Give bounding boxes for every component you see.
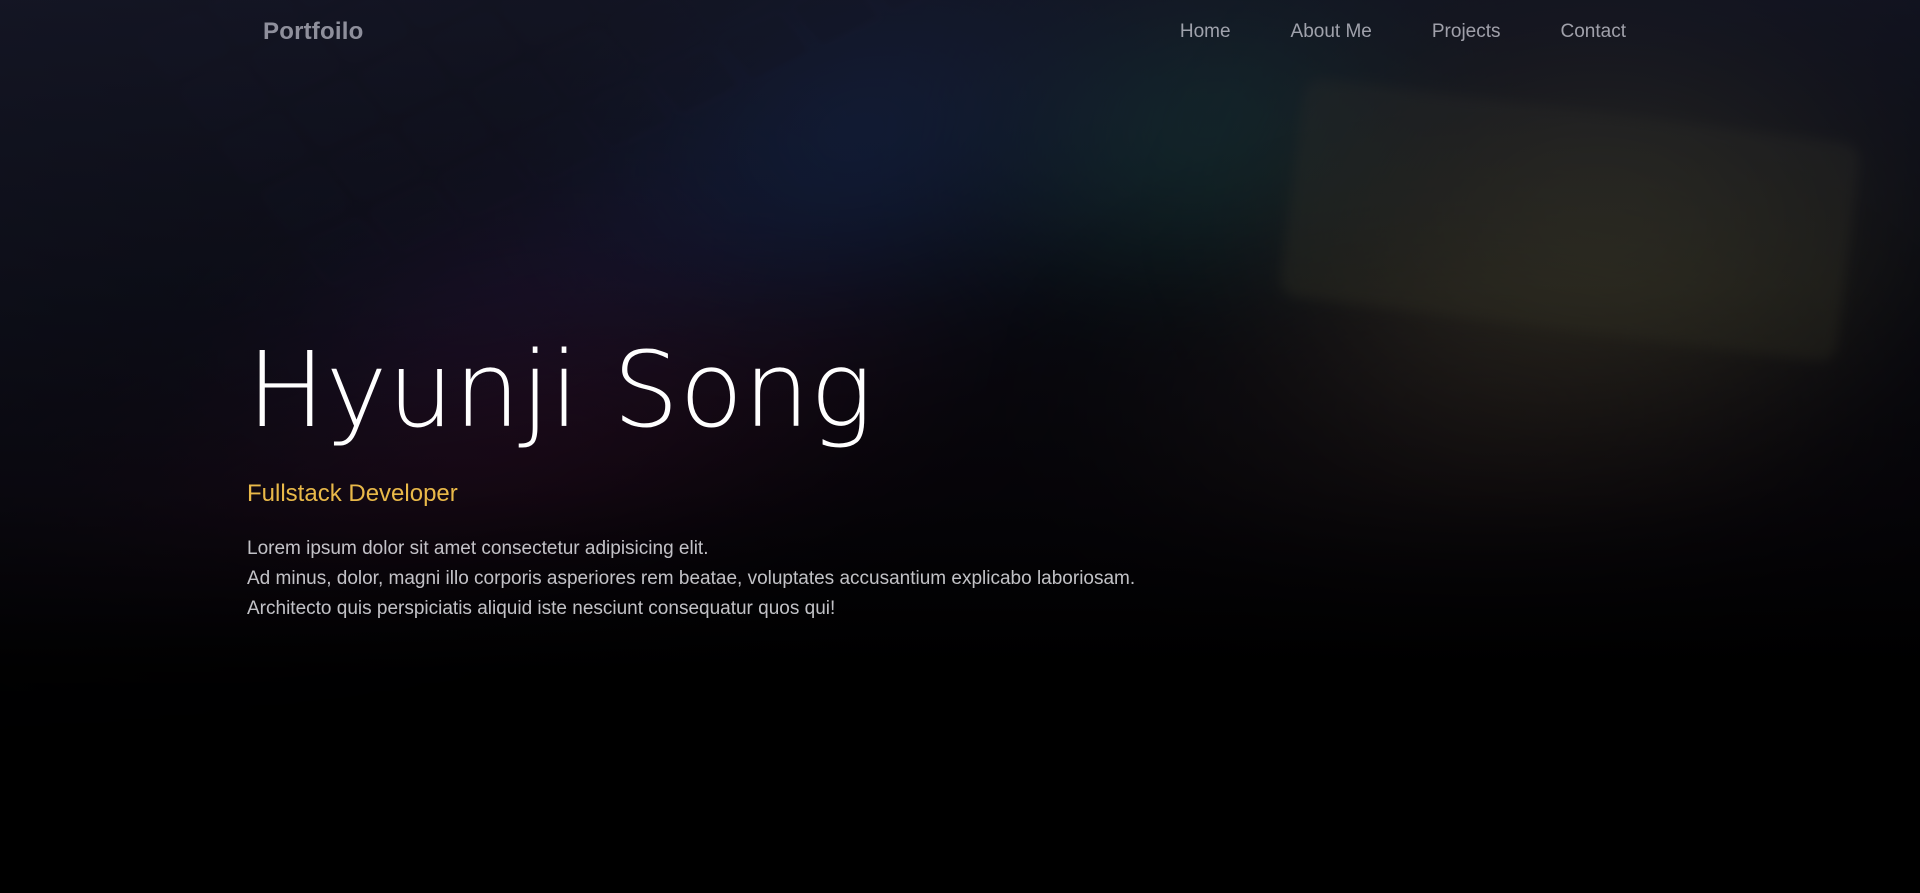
- hero-name: Hyunji Song: [247, 329, 873, 451]
- portfolio-page: Portfoilo Home About Me Projects Contact…: [0, 0, 1920, 893]
- brand-logo-link[interactable]: Portfoilo: [263, 18, 363, 46]
- hero-section: Hyunji Song Fullstack Developer Lorem ip…: [247, 330, 1547, 624]
- nav-item-contact: Contact: [1561, 21, 1626, 43]
- nav-item-home: Home: [1180, 21, 1231, 43]
- hero-description-line: Architecto quis perspiciatis aliquid ist…: [247, 598, 836, 619]
- nav-item-about: About Me: [1291, 21, 1372, 43]
- hero-description-line: Lorem ipsum dolor sit amet consectetur a…: [247, 538, 709, 559]
- hero-description: Lorem ipsum dolor sit amet consectetur a…: [247, 534, 1547, 624]
- nav-link-home[interactable]: Home: [1180, 21, 1231, 42]
- nav-link-contact[interactable]: Contact: [1561, 21, 1626, 42]
- nav-links: Home About Me Projects Contact: [1180, 21, 1626, 43]
- hero-description-line: Ad minus, dolor, magni illo corporis asp…: [247, 568, 1136, 589]
- nav-item-projects: Projects: [1432, 21, 1501, 43]
- navbar: Portfoilo Home About Me Projects Contact: [0, 0, 1920, 68]
- nav-link-projects[interactable]: Projects: [1432, 21, 1501, 42]
- hero-role: Fullstack Developer: [247, 480, 458, 507]
- nav-link-about-me[interactable]: About Me: [1291, 21, 1372, 42]
